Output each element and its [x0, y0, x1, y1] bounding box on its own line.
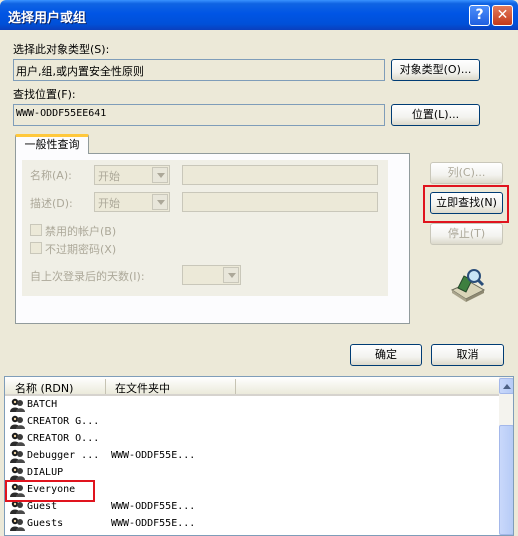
days-since-login-select[interactable] [182, 265, 241, 285]
object-types-button[interactable]: 对象类型(O)... [391, 59, 480, 81]
results-list[interactable]: 名称 (RDN) 在文件夹中 BATCH CREATOR G... CREATOR … [4, 376, 514, 536]
window-title: 选择用户或组 [8, 11, 87, 26]
group-icon [9, 398, 25, 413]
row-name: Guests [27, 518, 64, 529]
row-folder: WWW-ODDF55E... [111, 450, 196, 461]
table-row[interactable]: BATCH [5, 397, 499, 414]
everyone-highlight [5, 480, 95, 502]
chevron-down-icon [223, 267, 239, 283]
disabled-accounts-label: 禁用的帐户(B) [45, 225, 117, 238]
description-mode-value: 开始 [98, 197, 120, 210]
row-name: Debugger ... [27, 450, 100, 461]
name-mode-value: 开始 [98, 170, 120, 183]
results-header: 名称 (RDN) 在文件夹中 [5, 377, 499, 396]
table-row[interactable]: CREATOR G... [5, 414, 499, 431]
close-icon: ✕ [496, 7, 509, 23]
table-row[interactable]: CREATOR O... [5, 431, 499, 448]
object-type-field: 用户,组,或内置安全性原则 [13, 59, 385, 81]
table-row[interactable]: Guests WWW-ODDF55E... [5, 516, 499, 533]
description-label: 描述(D): [30, 197, 73, 210]
name-mode-select[interactable]: 开始 [94, 165, 170, 185]
close-button[interactable]: ✕ [492, 5, 513, 26]
group-icon [9, 466, 25, 481]
cancel-button[interactable]: 取消 [431, 344, 504, 366]
group-icon [9, 517, 25, 532]
tab-common-queries[interactable]: 一般性查询 [15, 134, 89, 154]
columns-button[interactable]: 列(C)... [430, 162, 503, 184]
results-scrollbar[interactable] [499, 377, 513, 535]
location-field: WWW-ODDF55EE641 [13, 104, 385, 126]
help-button[interactable]: ? [469, 5, 490, 26]
scroll-thumb[interactable] [499, 425, 513, 535]
column-divider[interactable] [105, 379, 106, 394]
column-divider[interactable] [235, 379, 236, 394]
title-bar: 选择用户或组 ? ✕ [0, 0, 518, 30]
location-label: 查找位置(F): [13, 88, 76, 101]
group-icon [9, 500, 25, 515]
chevron-down-icon [152, 194, 168, 210]
column-header-folder[interactable]: 在文件夹中 [115, 380, 170, 396]
help-icon: ? [475, 7, 484, 23]
row-folder: WWW-ODDF55E... [111, 518, 196, 529]
row-name: CREATOR G... [27, 416, 100, 427]
search-users-icon [450, 269, 486, 302]
stop-button[interactable]: 停止(T) [430, 223, 503, 245]
group-icon [9, 432, 25, 447]
row-name: BATCH [27, 399, 58, 410]
row-folder: WWW-ODDF55E... [111, 501, 196, 512]
group-icon [9, 449, 25, 464]
scroll-up-button[interactable] [499, 378, 513, 394]
description-mode-select[interactable]: 开始 [94, 192, 170, 212]
locations-button[interactable]: 位置(L)... [391, 104, 480, 126]
row-name: CREATOR O... [27, 433, 100, 444]
group-icon [9, 415, 25, 430]
chevron-down-icon [152, 167, 168, 183]
row-name: DIALUP [27, 467, 64, 478]
days-since-login-label: 自上次登录后的天数(I): [30, 270, 145, 283]
non-expiring-label: 不过期密码(X) [45, 243, 117, 256]
disabled-accounts-checkbox[interactable] [30, 224, 42, 236]
table-row[interactable]: Debugger ... WWW-ODDF55E... [5, 448, 499, 465]
find-now-button[interactable]: 立即查找(N) [430, 192, 503, 214]
name-input[interactable] [182, 165, 378, 185]
name-label: 名称(A): [30, 169, 72, 182]
object-type-label: 选择此对象类型(S): [13, 43, 110, 56]
column-header-name[interactable]: 名称 (RDN) [15, 380, 73, 396]
ok-button[interactable]: 确定 [350, 344, 422, 366]
row-name: Guest [27, 501, 58, 512]
non-expiring-checkbox[interactable] [30, 242, 42, 254]
description-input[interactable] [182, 192, 378, 212]
